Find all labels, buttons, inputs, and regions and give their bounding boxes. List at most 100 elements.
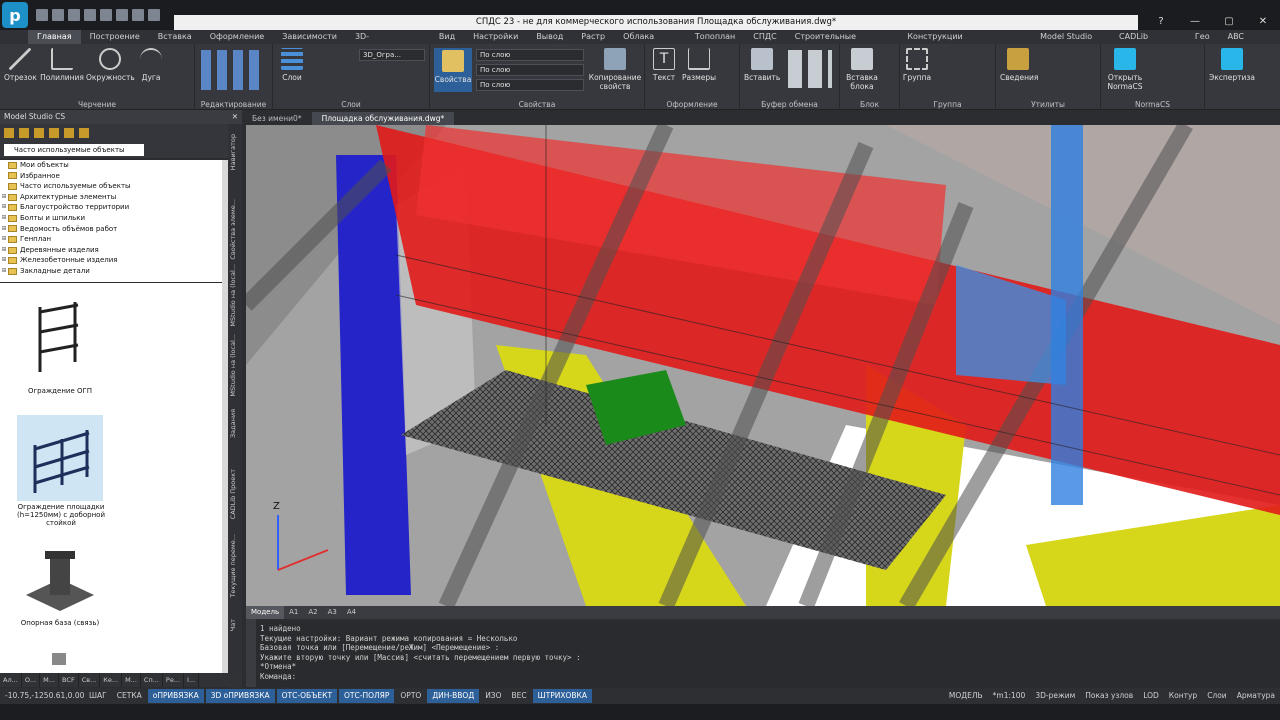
ribbon-tab[interactable]: Оформление: [201, 30, 274, 44]
tree-item[interactable]: Избранное: [0, 171, 228, 182]
new-file-icon[interactable]: [36, 9, 48, 21]
minimize-button[interactable]: —: [1178, 14, 1212, 30]
tree-item[interactable]: ⊞ Ведомость объёмов работ: [0, 224, 228, 235]
settings-icon[interactable]: [79, 128, 89, 138]
favorites-icon[interactable]: [19, 128, 29, 138]
status-toggle[interactable]: ОТС-ОБЪЕКТ: [276, 689, 338, 703]
ribbon-tab[interactable]: Зависимости: [273, 30, 346, 44]
dims-button[interactable]: Размеры: [681, 48, 717, 82]
text-button[interactable]: T Текст: [649, 48, 679, 82]
ribbon-tab[interactable]: Гео: [1186, 30, 1219, 44]
tree-item[interactable]: ⊞ Деревянные изделия: [0, 245, 228, 256]
railing-ogp-icon[interactable]: [30, 297, 90, 377]
tree-item[interactable]: ⊞ Архитектурные элементы: [0, 192, 228, 203]
tree-item[interactable]: ⊞ Генплан: [0, 234, 228, 245]
save-as-icon[interactable]: [84, 9, 96, 21]
status-item[interactable]: Показ узлов: [1080, 689, 1138, 703]
status-toggle[interactable]: ИЗО: [480, 689, 506, 703]
expertise-button[interactable]: Экспертиза: [1209, 48, 1255, 82]
side-tab[interactable]: CADLib Проект: [229, 469, 241, 519]
side-tab[interactable]: Свойства элеме...: [229, 199, 241, 260]
circle-button[interactable]: Окружность: [86, 48, 135, 82]
filter-select[interactable]: Часто используемые объекты: [4, 144, 144, 156]
cut-icon[interactable]: [100, 9, 112, 21]
expand-icon[interactable]: ⊞: [0, 234, 8, 245]
status-item[interactable]: Контур: [1164, 689, 1202, 703]
expand-icon[interactable]: ⊞: [0, 202, 8, 213]
status-item[interactable]: LOD: [1138, 689, 1164, 703]
close-panel-icon[interactable]: ✕: [232, 110, 238, 124]
layout-tab[interactable]: A2: [303, 606, 322, 619]
arc-button[interactable]: Дуга: [136, 48, 166, 82]
tree-item[interactable]: Часто используемые объекты: [0, 181, 228, 192]
ribbon-tab[interactable]: CADLib Проект: [1110, 30, 1186, 55]
layout-tab[interactable]: A3: [323, 606, 342, 619]
tree-item[interactable]: ⊞ Железобетонные изделия: [0, 255, 228, 266]
railing-platform-icon[interactable]: [17, 415, 103, 501]
layout-tab[interactable]: A4: [342, 606, 361, 619]
expand-icon[interactable]: ⊞: [0, 192, 8, 203]
line-button[interactable]: Отрезок: [4, 48, 37, 82]
expand-icon[interactable]: ⊞: [0, 245, 8, 256]
panel-tab[interactable]: Сп...: [141, 673, 163, 687]
expand-icon[interactable]: ⊞: [0, 213, 8, 224]
ribbon-tab[interactable]: Настройки: [464, 30, 527, 44]
command-panel-handle[interactable]: [246, 619, 256, 687]
open-normacs-button[interactable]: Открыть NormaCS: [1105, 48, 1145, 91]
expand-icon[interactable]: ⊞: [0, 255, 8, 266]
info-button[interactable]: Сведения: [1000, 48, 1038, 82]
support-base-icon[interactable]: [20, 545, 100, 617]
status-toggle[interactable]: 3D оПРИВЯЗКА: [205, 689, 275, 703]
copy-props-button[interactable]: Копирование свойств: [588, 48, 642, 91]
panel-tab[interactable]: Ал...: [0, 673, 22, 687]
filter-icon[interactable]: [64, 128, 74, 138]
status-item[interactable]: Арматура: [1232, 689, 1280, 703]
status-item[interactable]: МОДЕЛЬ: [944, 689, 988, 703]
ribbon-tab[interactable]: Вставка: [149, 30, 201, 44]
side-tab[interactable]: Текущие переме...: [229, 534, 241, 598]
status-item[interactable]: Слои: [1202, 689, 1232, 703]
ribbon-tab[interactable]: Вывод: [527, 30, 572, 44]
folder-icon[interactable]: [4, 128, 14, 138]
status-toggle[interactable]: оПРИВЯЗКА: [147, 689, 204, 703]
clipboard-tools-icon[interactable]: [788, 50, 832, 88]
undo-icon[interactable]: [116, 9, 128, 21]
tree-item[interactable]: Мои объекты: [0, 160, 228, 171]
status-toggle[interactable]: ВЕС: [507, 689, 532, 703]
redo-icon[interactable]: [132, 9, 144, 21]
ribbon-tab[interactable]: 3D-инструменты: [346, 30, 430, 55]
polyline-button[interactable]: Полилиния: [40, 48, 84, 82]
color-combo[interactable]: По слою: [476, 49, 584, 61]
document-tab[interactable]: Площадка обслуживания.dwg*: [311, 112, 455, 125]
save-icon[interactable]: [68, 9, 80, 21]
insert-block-button[interactable]: Вставка блока: [844, 48, 880, 91]
panel-tab[interactable]: Ке...: [100, 673, 123, 687]
group-button[interactable]: Группа: [902, 48, 932, 82]
status-toggle[interactable]: ШТРИХОВКА: [532, 689, 593, 703]
panel-tab[interactable]: ВСF: [59, 673, 79, 687]
status-toggle[interactable]: ОТС-ПОЛЯР: [339, 689, 395, 703]
preview-thumbnail[interactable]: [52, 653, 66, 665]
panel-tab[interactable]: М...: [40, 673, 59, 687]
help-icon[interactable]: ?: [1144, 14, 1178, 30]
panel-tab[interactable]: I...: [184, 673, 200, 687]
ribbon-tab[interactable]: Строительные решения: [786, 30, 899, 55]
panel-tab[interactable]: Св...: [79, 673, 101, 687]
expand-icon[interactable]: ⊞: [0, 266, 8, 277]
side-tab[interactable]: Навигатор: [229, 134, 241, 170]
side-tab[interactable]: MStudio на (local...: [229, 334, 241, 397]
document-tab[interactable]: Без имени0*: [242, 112, 312, 125]
close-button[interactable]: ✕: [1246, 14, 1280, 30]
status-toggle[interactable]: ДИН-ВВОД: [427, 689, 480, 703]
maximize-button[interactable]: ▢: [1212, 14, 1246, 30]
ribbon-tab[interactable]: Вид: [430, 30, 464, 44]
ribbon-tab[interactable]: Конструкции металлические: [898, 30, 1031, 55]
side-tab[interactable]: MStudio на (local...: [229, 264, 241, 327]
side-tab[interactable]: Чат: [229, 619, 241, 631]
ribbon-tab[interactable]: ABC Сметы: [1219, 30, 1280, 55]
ribbon-tab[interactable]: Построение: [81, 30, 149, 44]
tree-item[interactable]: ⊞ Закладные детали: [0, 266, 228, 277]
lineweight-combo[interactable]: По слою: [476, 79, 584, 91]
layout-tab[interactable]: A1: [284, 606, 303, 619]
tree-item[interactable]: ⊞ Болты и шпильки: [0, 213, 228, 224]
